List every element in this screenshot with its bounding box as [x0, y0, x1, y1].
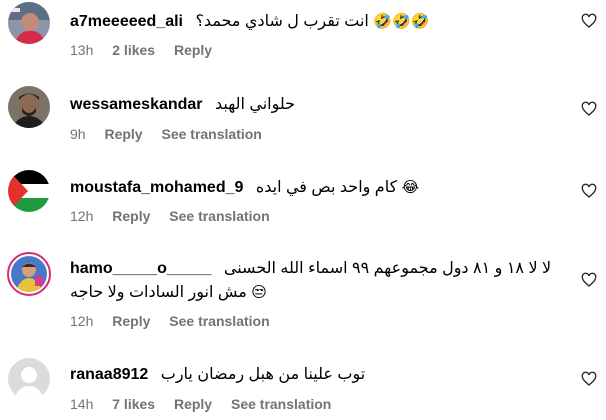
heart-outline-icon[interactable] [581, 183, 597, 199]
comment-time: 9h [70, 126, 86, 142]
see-translation-button[interactable]: See translation [231, 396, 331, 412]
avatar-wessameskandar[interactable] [8, 86, 50, 128]
comment-username[interactable]: wessameskandar [70, 96, 203, 113]
likes-count[interactable]: 2 likes [112, 42, 155, 58]
likes-count[interactable]: 7 likes [112, 396, 155, 412]
reply-button[interactable]: Reply [112, 208, 150, 224]
comment-username[interactable]: a7meeeeed_ali [70, 13, 183, 30]
comment-text-line2: مش انور السادات ولا حاجه [70, 284, 247, 301]
comment-text: كام واحد بص في ايده [255, 179, 398, 196]
comment-text: لا لا ١٨ و ٨١ دول مجموعهم ٩٩ اسماء الله … [223, 260, 552, 277]
comment-text: توب علينا من هبل رمضان يارب [160, 366, 366, 383]
comment-emoji: 😂 [401, 178, 420, 196]
avatar-a7meeeeed-ali[interactable] [8, 2, 50, 44]
comment-username[interactable]: moustafa_mohamed_9 [70, 179, 243, 196]
heart-outline-icon[interactable] [581, 101, 597, 117]
comment-time: 12h [70, 313, 94, 329]
see-translation-button[interactable]: See translation [169, 313, 269, 329]
comment-emoji: 😒 [251, 283, 267, 301]
reply-button[interactable]: Reply [104, 126, 142, 142]
see-translation-button[interactable]: See translation [161, 126, 261, 142]
heart-outline-icon[interactable] [581, 371, 597, 387]
comment-text: حلواني الهبد [214, 96, 296, 113]
comment-time: 12h [70, 208, 94, 224]
reply-button[interactable]: Reply [112, 313, 150, 329]
avatar-ranaa8912[interactable] [8, 358, 50, 400]
reply-button[interactable]: Reply [174, 42, 212, 58]
comment-time: 13h [70, 42, 94, 58]
comment-emoji: 🤣🤣🤣 [373, 12, 430, 30]
comment-username[interactable]: hamo_____o_____ [70, 260, 211, 277]
avatar-hamo-o[interactable] [7, 252, 51, 296]
comment-time: 14h [70, 396, 94, 412]
heart-outline-icon[interactable] [581, 272, 597, 288]
comment-text: انت تقرب ل شادي محمد؟ [195, 13, 369, 30]
comment-username[interactable]: ranaa8912 [70, 366, 148, 383]
avatar-moustafa-mohamed-9[interactable] [8, 170, 50, 212]
reply-button[interactable]: Reply [174, 396, 212, 412]
see-translation-button[interactable]: See translation [169, 208, 269, 224]
heart-outline-icon[interactable] [581, 13, 597, 29]
